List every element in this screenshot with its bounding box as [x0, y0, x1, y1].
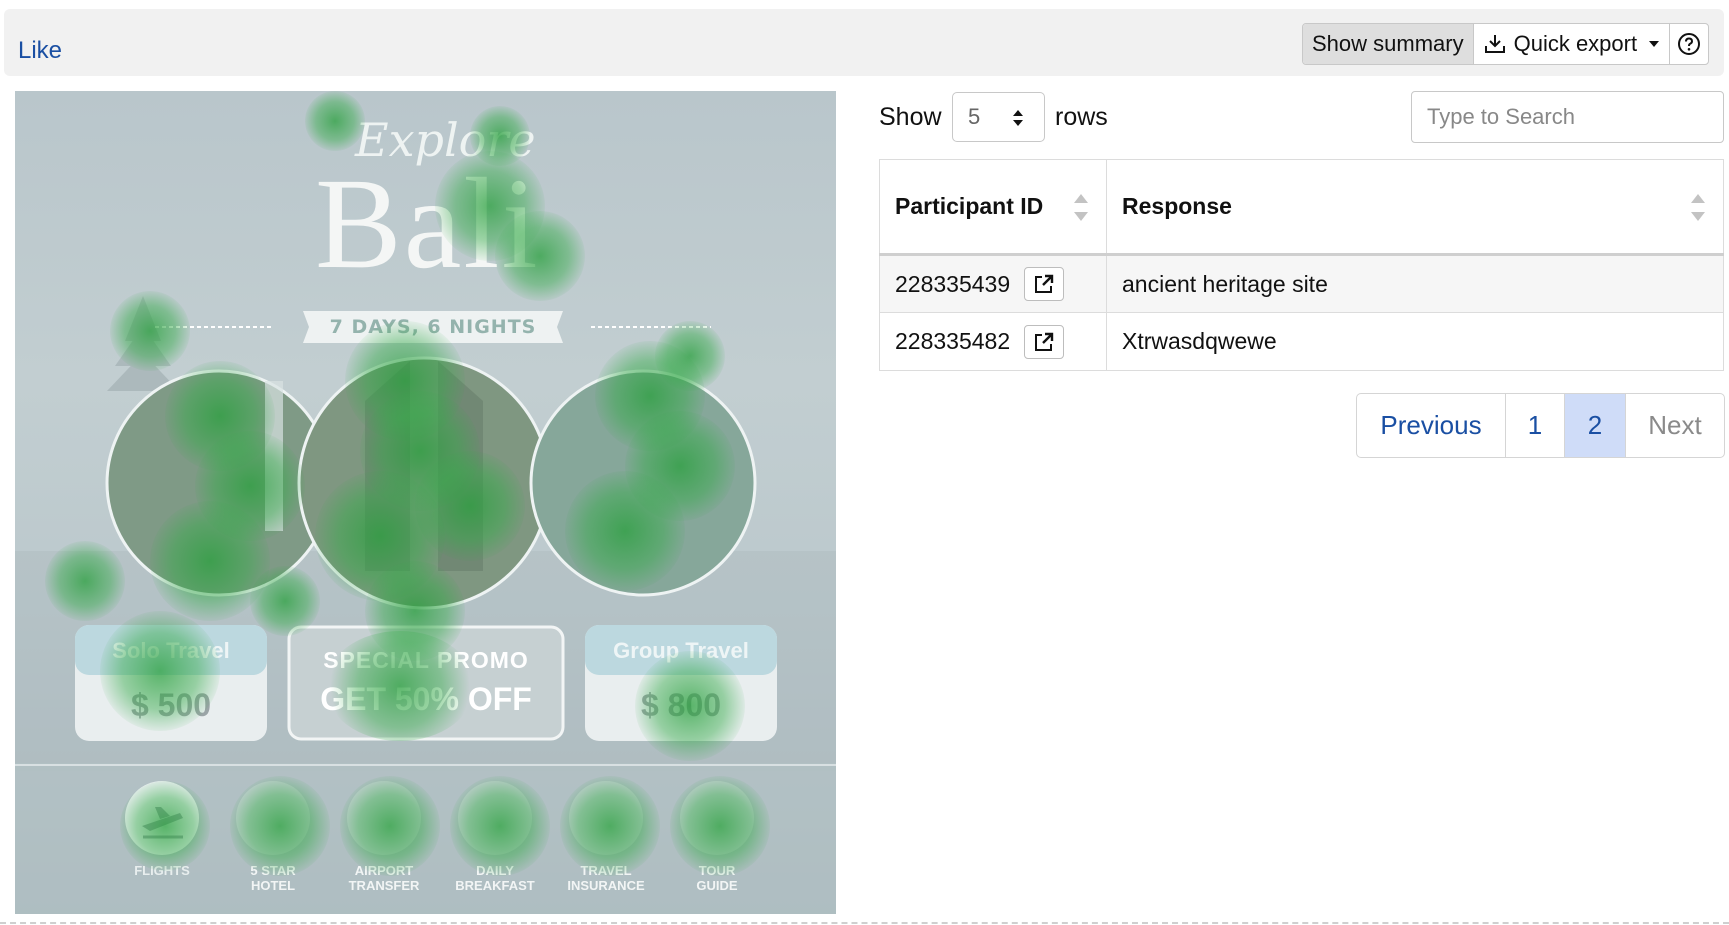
heatmap-blob — [120, 781, 210, 871]
heatmap-blob — [325, 631, 475, 741]
sort-icon — [1074, 194, 1088, 221]
participant-id-cell: 228335482 — [879, 312, 1107, 371]
page-2-button[interactable]: 2 — [1565, 394, 1626, 457]
open-participant-button[interactable] — [1024, 324, 1065, 359]
page-length-select[interactable]: 5 — [952, 92, 1045, 142]
responses-table: Participant ID Response 228335439 ancien… — [879, 159, 1724, 371]
previous-page-button[interactable]: Previous — [1357, 394, 1506, 457]
column-header-response[interactable]: Response — [1106, 159, 1724, 256]
heatmap-blob — [250, 566, 320, 636]
divider — [0, 922, 1729, 924]
heatmap-blob — [670, 776, 770, 876]
heatmap-blob — [495, 211, 585, 301]
next-page-button[interactable]: Next — [1626, 394, 1724, 457]
help-button[interactable] — [1670, 24, 1708, 64]
page-length-value: 5 — [968, 104, 981, 129]
select-arrows-icon — [1013, 110, 1023, 126]
heatmap-blob — [415, 451, 525, 561]
response-cell: Xtrwasdqwewe — [1106, 312, 1724, 371]
caret-down-icon — [1649, 41, 1660, 47]
rows-label: rows — [1055, 103, 1108, 131]
open-participant-button[interactable] — [1024, 267, 1065, 301]
heatmap-blob — [230, 776, 330, 876]
column-header-participant-id[interactable]: Participant ID — [879, 159, 1107, 256]
sort-icon — [1691, 194, 1705, 221]
pagination: Previous 1 2 Next — [1356, 393, 1725, 458]
show-label: Show — [879, 103, 942, 131]
toolbar-button-group: Show summary Quick export — [1302, 23, 1710, 65]
heatmap-blob — [560, 776, 660, 876]
heatmap-blob — [655, 321, 725, 391]
search-input[interactable] — [1411, 91, 1724, 143]
table-row: 228335482 Xtrwasdqwewe — [879, 312, 1724, 371]
table-row: 228335439 ancient heritage site — [879, 254, 1724, 313]
question-circle-icon — [1678, 33, 1701, 55]
heatmap-blob — [635, 651, 745, 761]
page-1-button[interactable]: 1 — [1506, 394, 1565, 457]
response-cell: ancient heritage site — [1106, 254, 1724, 313]
heatmap-blob — [450, 776, 550, 876]
heatmap-blob — [110, 291, 190, 371]
heatmap-image: Explore Bali 7 DAYS, 6 NIGHTS Solo Trave… — [15, 91, 836, 914]
heatmap-blob — [340, 776, 440, 876]
heatmap-blob — [565, 471, 685, 591]
show-summary-button[interactable]: Show summary — [1303, 24, 1474, 64]
heatmap-blob — [100, 611, 220, 731]
external-link-icon — [1035, 332, 1054, 351]
quick-export-label: Quick export — [1513, 31, 1638, 56]
heatmap-blob — [305, 91, 365, 151]
like-link[interactable]: Like — [18, 37, 62, 65]
quick-export-button[interactable]: Quick export — [1474, 24, 1671, 64]
heatmap-blob — [45, 541, 125, 621]
external-link-icon — [1035, 274, 1054, 293]
download-icon — [1484, 35, 1505, 53]
participant-id-cell: 228335439 — [879, 254, 1107, 313]
